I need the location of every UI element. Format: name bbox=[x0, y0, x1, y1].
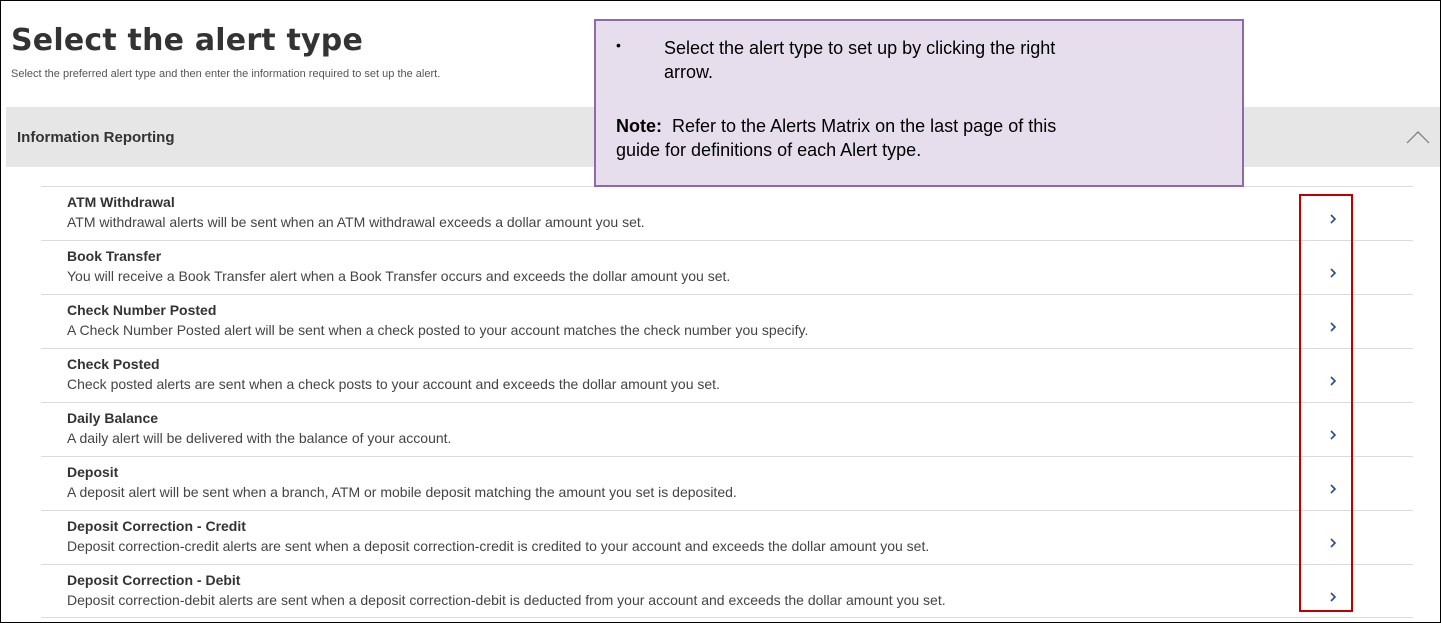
alert-type-list: ATM Withdrawal ATM withdrawal alerts wil… bbox=[41, 186, 1413, 618]
chevron-up-icon[interactable] bbox=[1404, 123, 1432, 151]
alert-description: Deposit correction-debit alerts are sent… bbox=[67, 592, 946, 608]
alert-title: Check Posted bbox=[67, 356, 160, 372]
alert-title: Deposit Correction - Debit bbox=[67, 572, 241, 588]
alert-title: Book Transfer bbox=[67, 248, 162, 264]
chevron-right-icon[interactable] bbox=[1323, 209, 1343, 229]
alert-description: You will receive a Book Transfer alert w… bbox=[67, 268, 731, 284]
instruction-callout: • Select the alert type to set up by cli… bbox=[594, 19, 1244, 187]
list-item-check-number-posted[interactable]: Check Number Posted A Check Number Poste… bbox=[41, 294, 1413, 348]
section-title: Information Reporting bbox=[17, 129, 175, 146]
alert-title: ATM Withdrawal bbox=[67, 194, 175, 210]
list-item-atm-withdrawal[interactable]: ATM Withdrawal ATM withdrawal alerts wil… bbox=[41, 186, 1413, 240]
list-item-deposit[interactable]: Deposit A deposit alert will be sent whe… bbox=[41, 456, 1413, 510]
callout-note-line-1: Note: Refer to the Alerts Matrix on the … bbox=[616, 115, 1056, 137]
alert-title: Deposit bbox=[67, 464, 119, 480]
alert-description: ATM withdrawal alerts will be sent when … bbox=[67, 214, 645, 230]
chevron-right-icon[interactable] bbox=[1323, 587, 1343, 607]
chevron-right-icon[interactable] bbox=[1323, 371, 1343, 391]
list-item-check-posted[interactable]: Check Posted Check posted alerts are sen… bbox=[41, 348, 1413, 402]
callout-instruction-line-1: Select the alert type to set up by click… bbox=[664, 38, 1056, 58]
alert-title: Daily Balance bbox=[67, 410, 159, 426]
callout-instruction-line-2: arrow. bbox=[664, 62, 714, 82]
alert-title: Deposit Correction - Credit bbox=[67, 518, 246, 534]
chevron-right-icon[interactable] bbox=[1323, 479, 1343, 499]
page-title: Select the alert type bbox=[11, 23, 364, 58]
chevron-right-icon[interactable] bbox=[1323, 533, 1343, 553]
list-item-daily-balance[interactable]: Daily Balance A daily alert will be deli… bbox=[41, 402, 1413, 456]
alert-description: Check posted alerts are sent when a chec… bbox=[67, 376, 720, 392]
callout-bullet: • bbox=[616, 37, 621, 53]
chevron-right-icon[interactable] bbox=[1323, 317, 1343, 337]
list-item-deposit-correction-debit[interactable]: Deposit Correction - Debit Deposit corre… bbox=[41, 564, 1413, 618]
callout-note-line-2: guide for definitions of each Alert type… bbox=[616, 140, 922, 160]
alert-description: A daily alert will be delivered with the… bbox=[67, 430, 452, 446]
chevron-right-icon[interactable] bbox=[1323, 425, 1343, 445]
alert-title: Check Number Posted bbox=[67, 302, 217, 318]
page-frame: Select the alert type Select the preferr… bbox=[0, 0, 1441, 623]
callout-note-text-1: Refer to the Alerts Matrix on the last p… bbox=[672, 116, 1057, 136]
callout-note-label: Note: bbox=[616, 116, 662, 136]
alert-description: A deposit alert will be sent when a bran… bbox=[67, 484, 737, 500]
alert-description: Deposit correction-credit alerts are sen… bbox=[67, 538, 930, 554]
list-item-book-transfer[interactable]: Book Transfer You will receive a Book Tr… bbox=[41, 240, 1413, 294]
list-item-deposit-correction-credit[interactable]: Deposit Correction - Credit Deposit corr… bbox=[41, 510, 1413, 564]
page-subtitle: Select the preferred alert type and then… bbox=[11, 68, 441, 80]
chevron-right-icon[interactable] bbox=[1323, 263, 1343, 283]
alert-description: A Check Number Posted alert will be sent… bbox=[67, 322, 809, 338]
